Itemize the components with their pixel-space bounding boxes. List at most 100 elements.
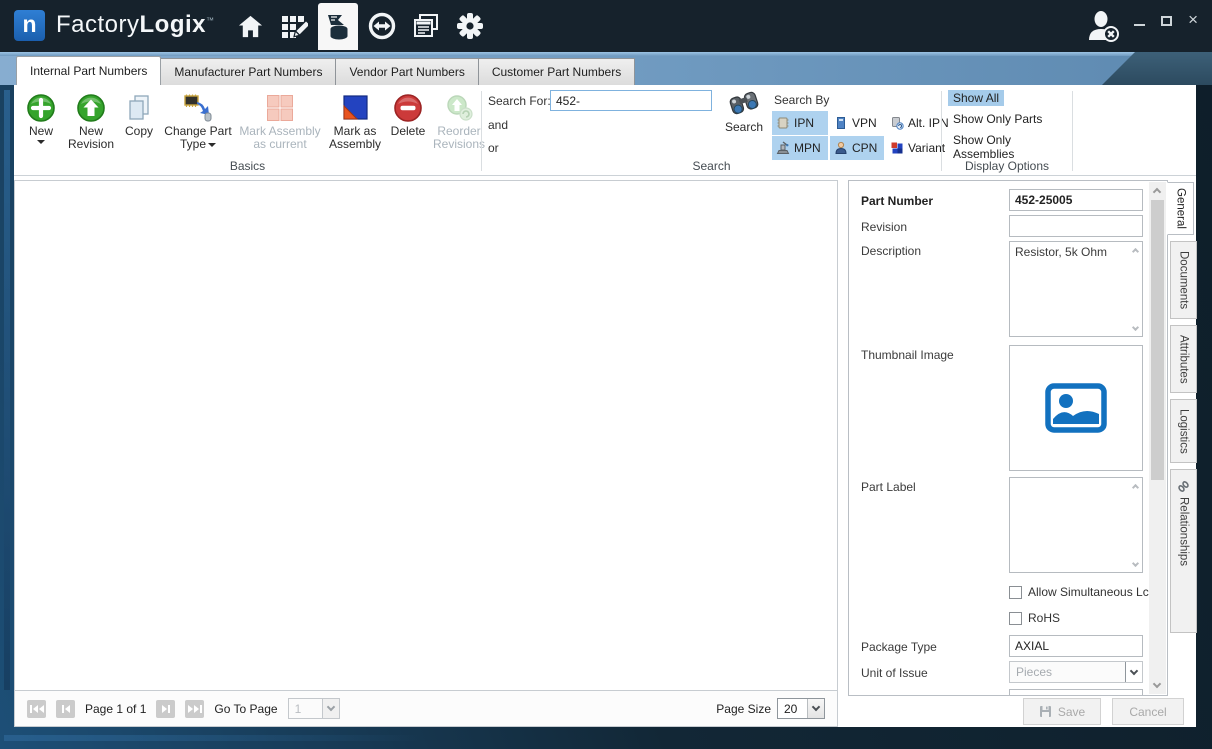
page-size-select[interactable]: 20 [777, 698, 825, 719]
search-for-label: Search For: [488, 94, 551, 108]
nav-planning-button[interactable] [272, 0, 316, 52]
option-show-only-parts[interactable]: Show Only Parts [948, 111, 1047, 127]
title-bar: n FactoryLogix™ [0, 0, 1212, 52]
part-list-empty[interactable] [15, 181, 837, 690]
ipn-icon [776, 116, 790, 130]
allow-simultaneous-checkbox[interactable] [1009, 586, 1022, 599]
goto-page-select[interactable]: 1 [288, 698, 340, 719]
group-separator [1072, 91, 1073, 171]
allow-simultaneous-row: Allow Simultaneous Lc [1009, 585, 1167, 599]
allow-simultaneous-label: Allow Simultaneous Lc [1028, 585, 1149, 599]
filter-vpn[interactable]: VPN [830, 111, 884, 135]
search-and-label: and [488, 118, 508, 132]
nav-parts-button-selected[interactable] [316, 0, 360, 52]
tab-internal-part-numbers[interactable]: Internal Part Numbers [16, 56, 161, 85]
search-button[interactable]: Search [720, 89, 768, 134]
unit-of-issue-dropdown-arrow [1125, 662, 1142, 682]
side-tab-general[interactable]: General [1167, 182, 1194, 235]
new-button[interactable]: New [20, 89, 62, 151]
frame-accent-bottom [4, 735, 424, 741]
part-detail-panel: Part Number Revision Description Resisto… [848, 180, 1168, 696]
nav-transfer-button[interactable] [360, 0, 404, 52]
goto-page-dropdown-arrow [322, 699, 339, 718]
revision-label: Revision [861, 220, 907, 234]
scrollbar-up-icon[interactable] [1153, 188, 1161, 196]
first-page-button[interactable] [27, 700, 46, 718]
last-page-button[interactable] [185, 700, 204, 718]
cpn-icon [834, 141, 848, 155]
maximize-button[interactable] [1161, 16, 1172, 26]
display-options-group-label: Display Options [942, 159, 1072, 173]
rohs-label: RoHS [1028, 611, 1060, 625]
copy-icon [125, 93, 153, 123]
new-dropdown-caret [37, 140, 45, 144]
search-or-label: or [488, 141, 499, 155]
link-icon [1177, 480, 1190, 493]
pagination-bar: Page 1 of 1 Go To Page 1 Page Size 20 [15, 690, 837, 726]
unit-of-issue-select[interactable]: Pieces [1009, 661, 1143, 683]
search-input[interactable] [550, 90, 712, 111]
delete-button[interactable]: Delete [388, 89, 428, 151]
change-part-type-button[interactable]: Change Part Type [160, 89, 236, 151]
part-number-input[interactable] [1009, 189, 1143, 211]
side-tab-attributes[interactable]: Attributes [1170, 325, 1197, 393]
rohs-checkbox[interactable] [1009, 612, 1022, 625]
frame-accent-left [4, 90, 10, 690]
filter-mpn[interactable]: MPN [772, 136, 828, 160]
tab-strip: Internal Part Numbers Manufacturer Part … [0, 52, 1212, 85]
basics-group: New New Revision Copy [20, 89, 488, 151]
tab-manufacturer-part-numbers[interactable]: Manufacturer Part Numbers [160, 58, 336, 85]
vpn-icon [834, 116, 848, 130]
brand-tm: ™ [206, 16, 215, 25]
app-window: n FactoryLogix™ [0, 0, 1212, 749]
copy-button[interactable]: Copy [120, 89, 158, 151]
mark-as-assembly-button[interactable]: Mark as Assembly [324, 89, 386, 151]
nav-documents-button[interactable] [404, 0, 448, 52]
revision-input[interactable] [1009, 215, 1143, 237]
previous-page-button[interactable] [56, 700, 75, 718]
user-logout-button[interactable] [1086, 10, 1120, 47]
cancel-button[interactable]: Cancel [1112, 698, 1184, 725]
package-type-label: Package Type [861, 640, 937, 654]
panel-scrollbar[interactable] [1149, 182, 1166, 694]
part-label-textarea[interactable] [1009, 477, 1143, 573]
side-tab-documents[interactable]: Documents [1170, 241, 1197, 319]
new-revision-icon [76, 93, 106, 123]
save-button[interactable]: Save [1023, 698, 1101, 725]
page-indicator: Page 1 of 1 [85, 702, 146, 716]
rohs-row: RoHS [1009, 611, 1167, 625]
tab-customer-part-numbers[interactable]: Customer Part Numbers [478, 58, 635, 85]
new-revision-button[interactable]: New Revision [64, 89, 118, 151]
window-controls: × [1134, 16, 1198, 26]
minimize-button[interactable] [1134, 16, 1145, 26]
package-type-input[interactable] [1009, 635, 1143, 657]
assembly-grid-icon [265, 93, 295, 123]
side-tab-relationships[interactable]: Relationships [1170, 469, 1197, 633]
option-show-only-assemblies[interactable]: Show Only Assemblies [948, 132, 1072, 162]
image-placeholder-icon [1045, 383, 1107, 433]
filter-ipn[interactable]: IPN [772, 111, 828, 135]
thumbnail-image-label: Thumbnail Image [861, 348, 954, 362]
partial-field-input[interactable] [1009, 689, 1143, 696]
app-logo: n [14, 10, 45, 41]
nav-settings-button[interactable] [448, 0, 492, 52]
option-show-all[interactable]: Show All [948, 90, 1004, 106]
new-icon [26, 93, 56, 123]
thumbnail-image-box[interactable] [1009, 345, 1143, 471]
close-button[interactable]: × [1188, 15, 1198, 25]
parts-database-icon [324, 12, 352, 40]
part-list-region: Page 1 of 1 Go To Page 1 Page Size 20 [14, 180, 838, 727]
next-page-button[interactable] [156, 700, 175, 718]
scrollbar-down-icon[interactable] [1153, 680, 1161, 688]
description-textarea[interactable]: Resistor, 5k Ohm [1009, 241, 1143, 337]
search-by-label: Search By [774, 93, 829, 107]
side-tab-logistics[interactable]: Logistics [1170, 399, 1197, 463]
documents-icon [412, 12, 440, 40]
scrollbar-thumb[interactable] [1151, 200, 1164, 480]
tab-vendor-part-numbers[interactable]: Vendor Part Numbers [335, 58, 478, 85]
user-x-icon [1086, 10, 1120, 42]
page-size-label: Page Size [716, 702, 771, 716]
part-label-label: Part Label [861, 480, 916, 494]
filter-cpn[interactable]: CPN [830, 136, 884, 160]
nav-home-button[interactable] [228, 0, 272, 52]
